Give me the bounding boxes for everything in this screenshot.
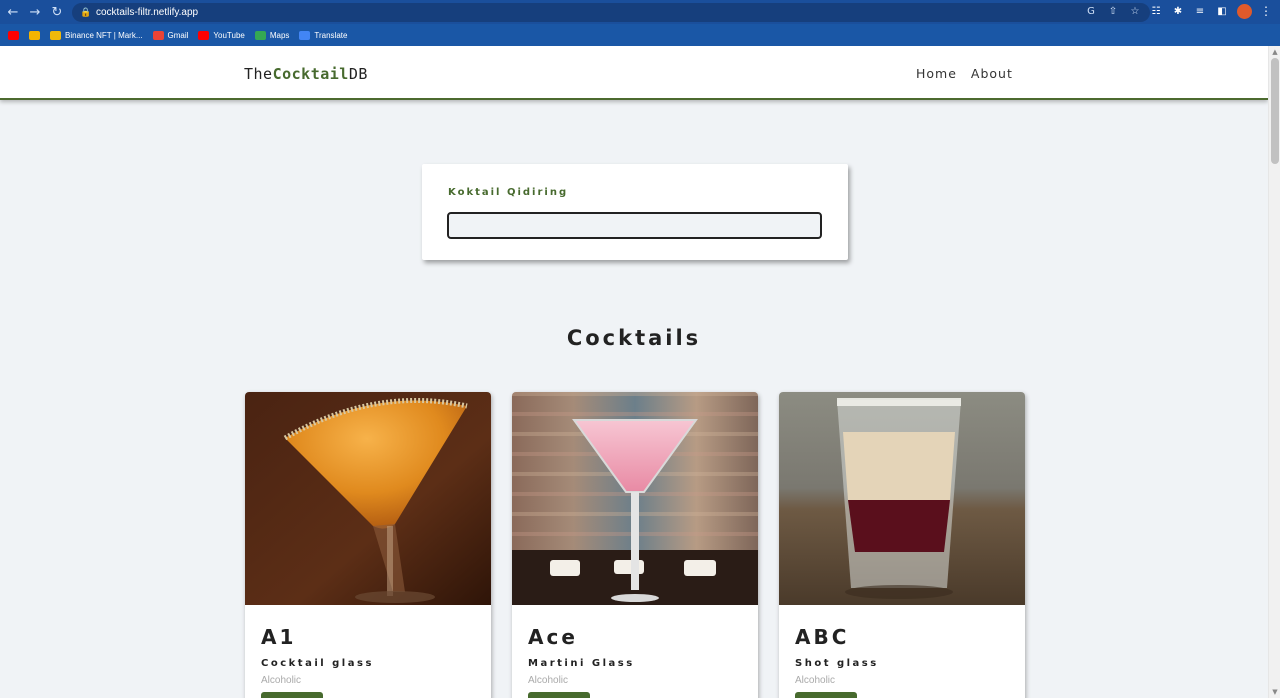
- logo-suffix: DB: [348, 65, 368, 83]
- bookmark-favicon-icon: [8, 30, 19, 40]
- browser-menu-icon[interactable]: ⋮: [1260, 4, 1272, 18]
- address-bar[interactable]: 🔒 cocktails-filtr.netlify.app G ⇧ ☆: [72, 3, 1150, 22]
- cocktail-name: ABC: [795, 625, 850, 649]
- scroll-up-icon[interactable]: ▲: [1271, 48, 1279, 56]
- bookmark-item[interactable]: [8, 30, 19, 40]
- forward-icon[interactable]: →: [26, 3, 44, 21]
- nav-link-home[interactable]: Home: [916, 66, 957, 81]
- reload-icon[interactable]: ↻: [48, 3, 66, 21]
- details-button[interactable]: [261, 692, 323, 698]
- cocktail-info: Alcoholic: [795, 675, 836, 686]
- translate-extension-icon[interactable]: ☷: [1149, 5, 1163, 19]
- extensions-puzzle-icon[interactable]: ✱: [1171, 5, 1185, 19]
- cocktail-image-layered-shot[interactable]: [779, 392, 1025, 605]
- cocktail-list: A1 Cocktail glass Alcoholic Ace Martini …: [245, 392, 1025, 698]
- cocktail-image-pink-martini[interactable]: [512, 392, 758, 605]
- bookmark-favicon-icon: [254, 30, 266, 40]
- bookmarks-bar: Binance NFT | Mark... Gmail YouTube Maps Tra…: [0, 24, 1280, 46]
- bookmark-item[interactable]: Translate: [299, 30, 348, 40]
- share-icon[interactable]: ⇧: [1106, 5, 1120, 19]
- url-text[interactable]: cocktails-filtr.netlify.app: [96, 7, 198, 18]
- site-logo[interactable]: TheCocktailDB: [244, 65, 368, 83]
- cocktail-glass: Martini Glass: [528, 658, 635, 669]
- details-button[interactable]: [528, 692, 590, 698]
- profile-avatar[interactable]: [1237, 4, 1252, 19]
- logo-prefix: The: [244, 65, 273, 83]
- bookmark-item[interactable]: YouTube: [198, 30, 245, 40]
- page-viewport: TheCocktailDB Home About Koktail Qidirin…: [0, 46, 1268, 698]
- cocktail-card[interactable]: ABC Shot glass Alcoholic: [779, 392, 1025, 698]
- cocktail-image-orange-martini[interactable]: [245, 392, 491, 605]
- bookmark-item[interactable]: Maps: [254, 30, 290, 40]
- reading-list-icon[interactable]: ≡: [1193, 5, 1207, 19]
- google-lens-icon[interactable]: G: [1084, 5, 1098, 19]
- cocktail-card[interactable]: Ace Martini Glass Alcoholic: [512, 392, 758, 698]
- bookmark-favicon-icon: [29, 30, 40, 40]
- bookmark-favicon-icon: [152, 30, 164, 40]
- bookmark-item[interactable]: [29, 30, 40, 40]
- cocktail-info: Alcoholic: [261, 675, 302, 686]
- cocktail-name: Ace: [528, 625, 578, 649]
- bookmark-label: Translate: [314, 30, 348, 40]
- bookmark-favicon-icon: [198, 30, 210, 40]
- site-navbar: TheCocktailDB Home About: [0, 46, 1268, 100]
- page-scrollbar[interactable]: ▲ ▼: [1268, 46, 1280, 698]
- back-icon[interactable]: ←: [4, 3, 22, 21]
- browser-toolbar: ← → ↻ 🔒 cocktails-filtr.netlify.app G ⇧ …: [0, 0, 1280, 24]
- logo-accent: Cocktail: [272, 65, 349, 83]
- cocktail-info: Alcoholic: [528, 675, 569, 686]
- bookmark-item[interactable]: Gmail: [152, 30, 189, 40]
- bookmark-label: Binance NFT | Mark...: [65, 30, 143, 40]
- cocktail-glass: Shot glass: [795, 658, 879, 669]
- cocktail-card[interactable]: A1 Cocktail glass Alcoholic: [245, 392, 491, 698]
- cocktail-glass: Cocktail glass: [261, 658, 374, 669]
- bookmark-label: Gmail: [167, 30, 189, 40]
- cocktail-name: A1: [261, 625, 297, 649]
- search-label: Koktail Qidiring: [448, 187, 569, 198]
- bookmark-favicon-icon: [50, 30, 61, 40]
- nav-links: Home About: [916, 66, 1013, 81]
- search-input[interactable]: [447, 212, 822, 239]
- lock-icon: 🔒: [80, 7, 92, 18]
- bookmark-item[interactable]: Binance NFT | Mark...: [50, 30, 143, 40]
- nav-link-about[interactable]: About: [971, 66, 1013, 81]
- section-title: Cocktails: [566, 326, 702, 350]
- search-form: Koktail Qidiring: [422, 164, 848, 260]
- details-button[interactable]: [795, 692, 857, 698]
- bookmark-label: Maps: [269, 30, 290, 40]
- scroll-thumb[interactable]: [1271, 58, 1279, 164]
- bookmark-star-icon[interactable]: ☆: [1128, 5, 1142, 19]
- scroll-down-icon[interactable]: ▼: [1271, 688, 1279, 696]
- bookmark-label: YouTube: [213, 30, 245, 40]
- bookmark-favicon-icon: [299, 30, 311, 40]
- side-panel-icon[interactable]: ◧: [1215, 5, 1229, 19]
